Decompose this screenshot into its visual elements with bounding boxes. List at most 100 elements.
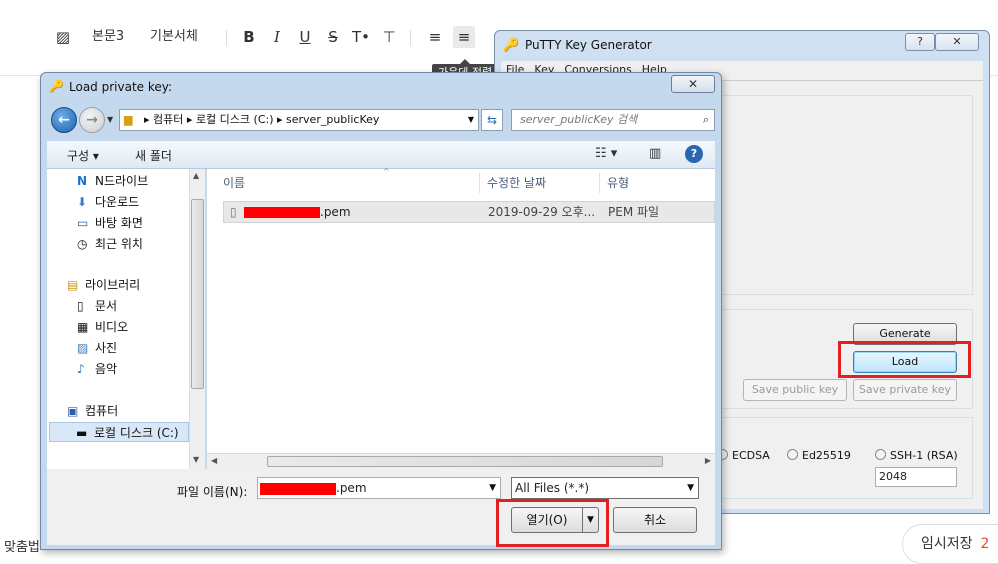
nav-item-label: 음악 <box>95 362 118 376</box>
nav-item-recent[interactable]: ◷ 최근 위치 <box>77 234 143 254</box>
dialog-close-button[interactable]: ✕ <box>671 75 715 93</box>
text-background-icon[interactable]: ⊤ <box>378 26 400 48</box>
search-icon[interactable]: ⌕ <box>703 110 709 130</box>
nav-item-computer[interactable]: ▣ 컴퓨터 <box>67 401 118 421</box>
nav-item-label: 최근 위치 <box>95 237 143 251</box>
file-type-filter-value: All Files (*.*) <box>515 481 590 495</box>
breadcrumb-folder[interactable]: server_publicKey <box>286 113 379 126</box>
strikethrough-icon[interactable]: S <box>322 26 344 48</box>
back-arrow-icon[interactable]: ← <box>51 107 77 133</box>
drive-icon: ▬ <box>76 426 88 440</box>
file-type: PEM 파일 <box>608 205 660 219</box>
nav-item-music[interactable]: ♪ 음악 <box>77 359 117 379</box>
spellcheck-label[interactable]: 맞춤법 <box>4 536 40 555</box>
radio-ed25519[interactable]: Ed25519 <box>787 449 851 462</box>
scroll-left-icon[interactable]: ◀ <box>211 456 217 465</box>
nav-item-downloads[interactable]: ⬇ 다운로드 <box>77 192 139 212</box>
paragraph-style-select[interactable]: 본문3 <box>92 26 124 48</box>
navigation-bar: ← → ▼ ▆ ▸ 컴퓨터 ▸ 로컬 디스크 (C:) ▸ server_pub… <box>41 101 721 141</box>
temp-save-button[interactable]: 임시저장 2 <box>902 524 998 564</box>
breadcrumb-sep-icon: ▸ <box>186 113 196 126</box>
breadcrumb-sep-icon: ▸ <box>277 113 287 126</box>
view-options-icon[interactable]: ☷ ▾ <box>595 146 617 161</box>
save-public-key-button[interactable]: Save public key <box>743 379 847 401</box>
nav-item-ndrive[interactable]: N N드라이브 <box>77 171 148 191</box>
italic-icon[interactable]: I <box>266 26 288 48</box>
save-private-key-button[interactable]: Save private key <box>853 379 957 401</box>
nav-item-local-disk[interactable]: ▬ 로컬 디스크 (C:) <box>49 422 189 442</box>
scroll-up-icon[interactable]: ▲ <box>193 171 199 180</box>
dialog-app-icon: 🔑 <box>49 79 64 93</box>
filter-dropdown-icon[interactable]: ▼ <box>687 478 694 498</box>
scroll-right-icon[interactable]: ▶ <box>705 456 711 465</box>
nav-item-videos[interactable]: ▦ 비디오 <box>77 317 128 337</box>
align-center-icon[interactable]: ≡ <box>453 26 475 48</box>
column-header-name[interactable]: 이름 <box>223 169 245 197</box>
help-icon[interactable]: ? <box>685 145 703 163</box>
breadcrumb-local-disk[interactable]: 로컬 디스크 (C:) <box>196 113 274 126</box>
nav-scrollbar[interactable]: ▲ ▼ <box>189 169 205 469</box>
bold-icon[interactable]: B <box>238 26 260 48</box>
preview-pane-icon[interactable]: ▥ <box>649 146 661 161</box>
temp-save-label: 임시저장 <box>921 536 973 552</box>
cancel-button[interactable]: 취소 <box>613 507 697 533</box>
file-type-filter[interactable]: All Files (*.*) ▼ <box>511 477 699 499</box>
refresh-icon[interactable]: ⇆ <box>481 109 503 131</box>
align-left-icon[interactable]: ≡ <box>424 26 446 48</box>
nav-item-label: 비디오 <box>95 320 129 334</box>
text-color-icon[interactable]: T• <box>350 26 372 48</box>
nav-item-label: 바탕 화면 <box>95 216 143 230</box>
help-button[interactable]: ? <box>905 33 935 51</box>
forward-arrow-icon[interactable]: → <box>79 107 105 133</box>
hscroll-thumb[interactable] <box>267 456 663 467</box>
nav-item-pictures[interactable]: ▨ 사진 <box>77 338 117 358</box>
putty-app-icon: 🔑 <box>503 38 520 53</box>
nav-item-label: 로컬 디스크 (C:) <box>94 426 179 440</box>
breadcrumb-sep-icon: ▸ <box>144 113 154 126</box>
nav-item-documents[interactable]: ▯ 문서 <box>77 296 117 316</box>
sort-arrow-icon: ^ <box>383 167 390 176</box>
file-list-hscrollbar[interactable]: ◀ ▶ <box>207 453 715 469</box>
nav-item-desktop[interactable]: ▭ 바탕 화면 <box>77 213 143 233</box>
music-icon: ♪ <box>77 362 85 376</box>
file-row[interactable]: ▯ .pem 2019-09-29 오후... PEM 파일 <box>223 201 715 223</box>
navigation-pane: N N드라이브 ⬇ 다운로드 ▭ 바탕 화면 ◷ 최근 위치 ▤ 라이브러리 ▯ 문서 ▦ 비… <box>47 169 205 469</box>
search-placeholder: server_publicKey 검색 <box>520 113 638 126</box>
filename-dropdown-icon[interactable]: ▼ <box>489 478 496 498</box>
organize-button[interactable]: 구성 ▾ <box>67 147 99 164</box>
new-folder-button[interactable]: 새 폴더 <box>135 147 172 164</box>
load-highlight-box <box>838 341 971 378</box>
open-highlight-box <box>496 499 609 547</box>
underline-icon[interactable]: U <box>294 26 316 48</box>
radio-ecdsa[interactable]: ECDSA <box>717 449 770 462</box>
column-divider[interactable] <box>599 173 600 193</box>
column-divider[interactable] <box>479 173 480 193</box>
nav-item-label: 라이브러리 <box>85 278 141 292</box>
temp-save-count: 2 <box>980 536 990 552</box>
computer-icon: ▣ <box>67 404 79 418</box>
search-input[interactable]: server_publicKey 검색 ⌕ <box>511 109 715 131</box>
filename-input[interactable]: .pem ▼ <box>257 477 501 499</box>
address-bar[interactable]: ▆ ▸ 컴퓨터 ▸ 로컬 디스크 (C:) ▸ server_publicKey… <box>119 109 479 131</box>
address-dropdown-icon[interactable]: ▼ <box>468 110 474 130</box>
recent-pages-dropdown-icon[interactable]: ▼ <box>107 115 113 124</box>
dialog-title: Load private key: <box>69 80 173 94</box>
file-modified: 2019-09-29 오후... <box>488 205 596 219</box>
column-header-type[interactable]: 유형 <box>607 169 629 197</box>
font-select[interactable]: 기본서체 <box>150 26 198 48</box>
putty-close-button[interactable]: ✕ <box>935 33 979 51</box>
radio-ssh1-rsa[interactable]: SSH-1 (RSA) <box>875 449 958 462</box>
nav-item-libraries[interactable]: ▤ 라이브러리 <box>67 275 140 295</box>
image-insert-icon[interactable]: ▨ <box>52 26 74 48</box>
dialog-footer: 파일 이름(N): .pem ▼ All Files (*.*) ▼ 열기(O)… <box>47 469 715 545</box>
breadcrumb-computer[interactable]: 컴퓨터 <box>153 113 183 126</box>
file-icon: ▯ <box>230 205 237 219</box>
key-bits-input[interactable]: 2048 <box>875 467 957 487</box>
scroll-down-icon[interactable]: ▼ <box>193 455 199 464</box>
radio-ed25519-label: Ed25519 <box>802 449 851 462</box>
putty-titlebar: 🔑 PuTTY Key Generator ? ✕ <box>495 31 989 61</box>
column-header-modified[interactable]: 수정한 날짜 <box>487 169 546 197</box>
nav-scroll-thumb[interactable] <box>191 199 204 389</box>
folder-icon: ▆ <box>124 113 133 126</box>
pictures-icon: ▨ <box>77 341 89 355</box>
